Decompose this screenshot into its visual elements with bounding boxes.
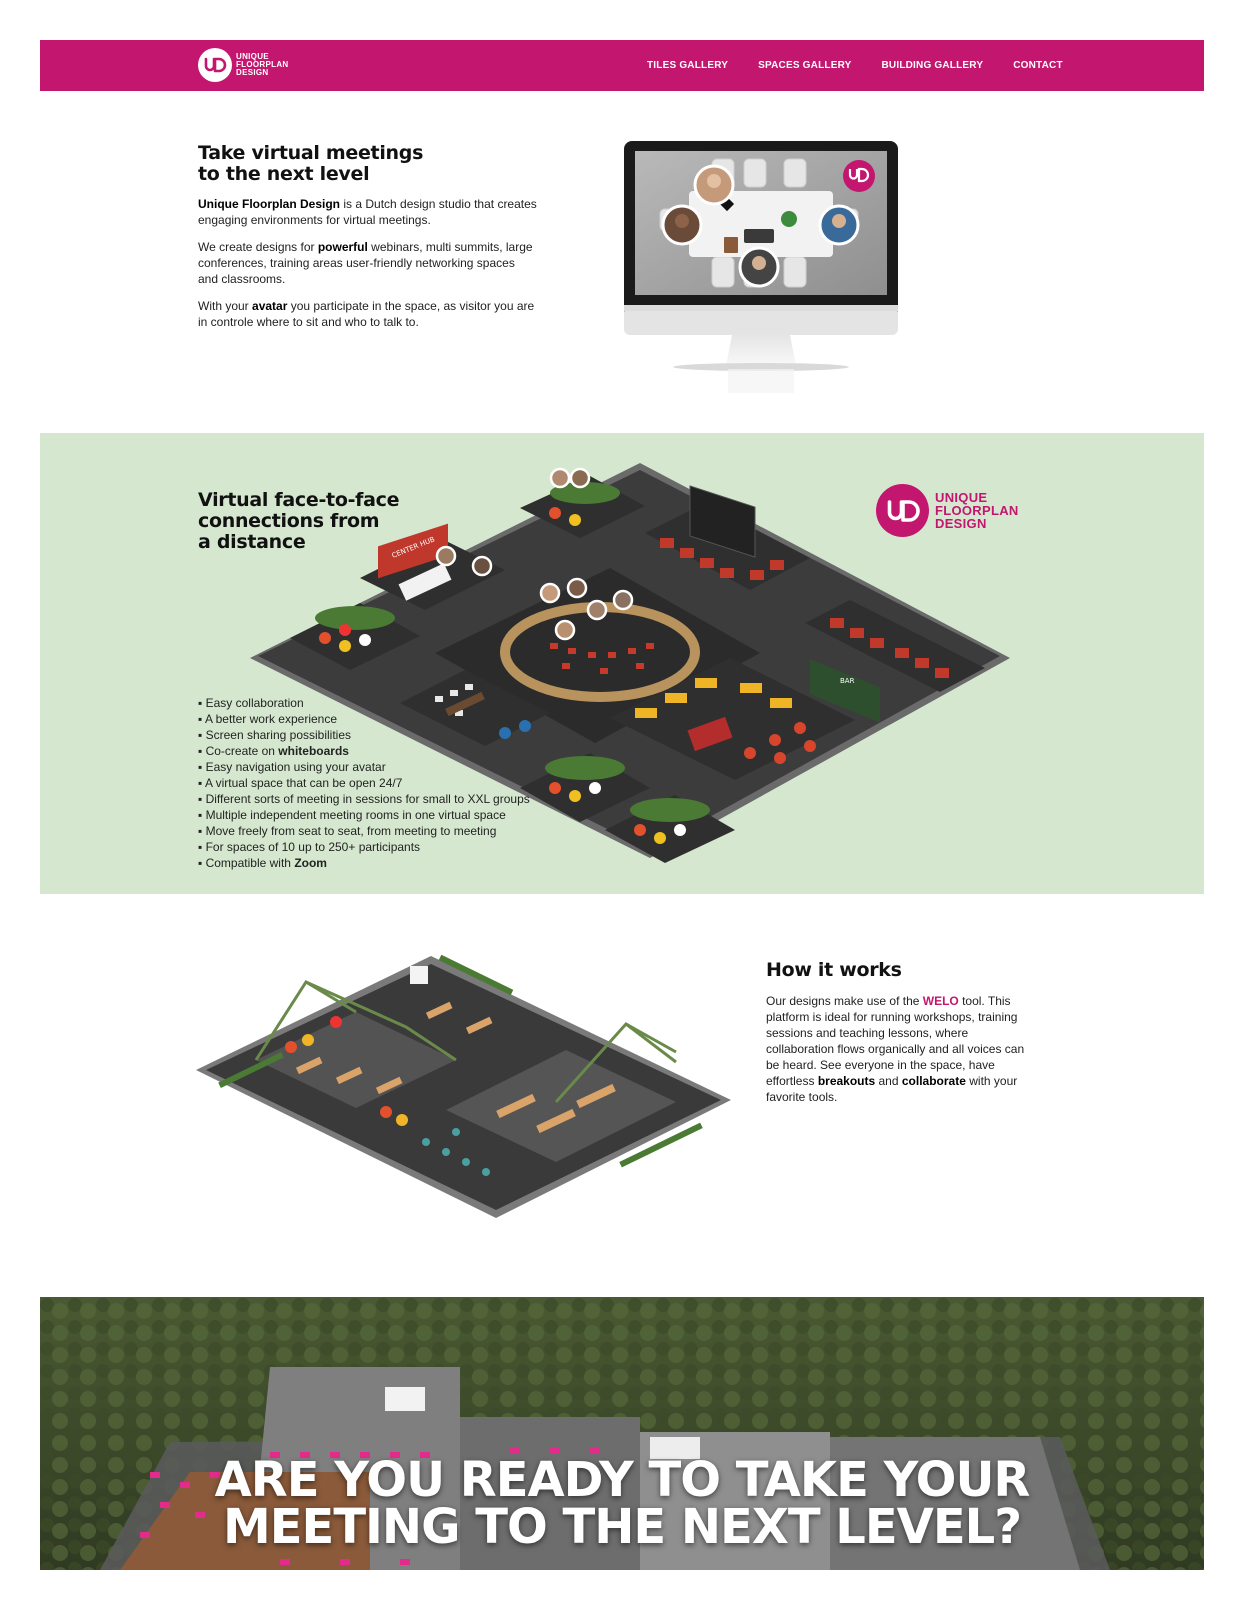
intro-section: Take virtual meetings to the next level … (198, 143, 538, 330)
intro-p2-bold: powerful (317, 240, 368, 254)
feature-text: Easy collaboration (205, 696, 304, 710)
intro-paragraph-1: Unique Floorplan Design is a Dutch desig… (198, 196, 538, 228)
nav-spaces-gallery[interactable]: SPACES GALLERY (758, 60, 851, 71)
nav-building-gallery[interactable]: BUILDING GALLERY (882, 60, 984, 71)
feature-text: Move freely from seat to seat, from meet… (205, 824, 497, 838)
feature-text: Multiple independent meeting rooms in on… (205, 808, 506, 822)
feature-text: Compatible with (205, 856, 295, 870)
welo-link[interactable]: WELO (923, 994, 959, 1008)
brand-logo[interactable]: UNIQUE FLOORPLAN DESIGN (198, 48, 288, 82)
features-section: CENTER HUB BAR UNIQUE FLOORPLAN DESIGN V… (40, 433, 1204, 894)
intro-p3-bold: avatar (252, 299, 288, 313)
feature-bold: Zoom (294, 856, 327, 870)
bar-label: BAR (840, 677, 855, 685)
how-bold-breakouts: breakouts (817, 1074, 876, 1088)
main-menu: TILES GALLERY SPACES GALLERY BUILDING GA… (647, 40, 1063, 91)
list-item: For spaces of 10 up to 250+ participants (198, 839, 530, 855)
feature-text: Co-create on (205, 744, 279, 758)
features-list: Easy collaboration A better work experie… (198, 695, 530, 871)
features-title-line-1: Virtual face-to-face (198, 489, 400, 511)
feature-text: A virtual space that can be open 24/7 (204, 776, 403, 790)
feature-text: For spaces of 10 up to 250+ participants (205, 840, 421, 854)
intro-paragraph-3: With your avatar you participate in the … (198, 298, 538, 330)
intro-title: Take virtual meetings to the next level (198, 143, 538, 185)
list-item: Easy navigation using your avatar (198, 759, 530, 775)
cta-banner: ARE YOU READY TO TAKE YOUR MEETING TO TH… (40, 1297, 1204, 1570)
how-text-c: and (875, 1074, 902, 1088)
how-it-works-title: How it works (766, 959, 902, 981)
intro-p1-bold: Unique Floorplan Design (198, 197, 341, 211)
features-title: Virtual face-to-face connections from a … (198, 490, 458, 553)
list-item: Multiple independent meeting rooms in on… (198, 807, 530, 823)
logo-wordmark: UNIQUE FLOORPLAN DESIGN (236, 53, 288, 77)
how-bold-collaborate: collaborate (901, 1074, 966, 1088)
feature-bold: whiteboards (278, 744, 349, 758)
list-item: Screen sharing possibilities (198, 727, 530, 743)
top-nav-bar: UNIQUE FLOORPLAN DESIGN TILES GALLERY SP… (40, 40, 1204, 91)
list-item: A virtual space that can be open 24/7 (198, 775, 530, 791)
list-item: Easy collaboration (198, 695, 530, 711)
list-item: A better work experience (198, 711, 530, 727)
logo-mark-icon (198, 48, 232, 82)
intro-title-line-1: Take virtual meetings (198, 142, 424, 164)
list-item: Different sorts of meeting in sessions f… (198, 791, 530, 807)
features-title-line-3: a distance (198, 531, 306, 553)
features-title-line-2: connections from (198, 510, 380, 532)
cta-headline: ARE YOU READY TO TAKE YOUR MEETING TO TH… (40, 1452, 1204, 1555)
intro-title-line-2: to the next level (198, 163, 370, 185)
list-item: Co-create on whiteboards (198, 743, 530, 759)
cta-headline-line-2: MEETING TO THE NEXT LEVEL? (222, 1499, 1022, 1555)
how-text-a: Our designs make use of the (766, 994, 923, 1008)
intro-p2-a: We create designs for (198, 240, 318, 254)
logo-mark-large-icon (876, 484, 929, 537)
cta-headline-line-1: ARE YOU READY TO TAKE YOUR (214, 1452, 1031, 1508)
feature-text: Different sorts of meeting in sessions f… (205, 792, 530, 806)
list-item: Move freely from seat to seat, from meet… (198, 823, 530, 839)
isometric-building-image (196, 952, 736, 1227)
brand-logo-large: UNIQUE FLOORPLAN DESIGN (876, 484, 1019, 537)
how-it-works-paragraph: Our designs make use of the WELO tool. T… (766, 993, 1036, 1105)
intro-paragraph-2: We create designs for powerful webinars,… (198, 239, 538, 287)
feature-text: A better work experience (204, 712, 338, 726)
list-item: Compatible with Zoom (198, 855, 530, 871)
nav-contact[interactable]: CONTACT (1013, 60, 1063, 71)
feature-text: Screen sharing possibilities (205, 728, 351, 742)
intro-p3-a: With your (198, 299, 253, 313)
monitor-meeting-image (624, 141, 898, 402)
how-it-works-section: How it works Our designs make use of the… (766, 960, 1036, 1105)
logo-line-3: DESIGN (236, 68, 269, 77)
feature-text: Easy navigation using your avatar (205, 760, 386, 774)
logo-wordmark-large: UNIQUE FLOORPLAN DESIGN (935, 491, 1019, 530)
logo-large-line-3: DESIGN (935, 516, 987, 531)
nav-tiles-gallery[interactable]: TILES GALLERY (647, 60, 728, 71)
